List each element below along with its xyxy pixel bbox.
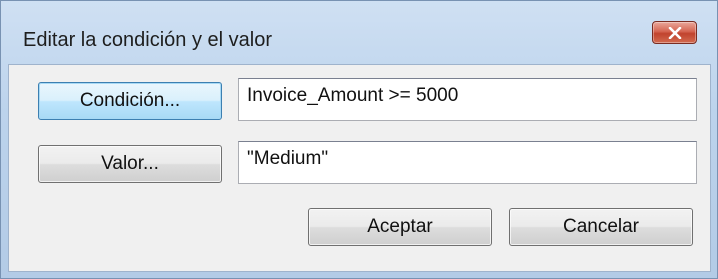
value-field[interactable]: "Medium" <box>238 141 697 184</box>
close-icon <box>668 26 681 39</box>
condition-field[interactable]: Invoice_Amount >= 5000 <box>238 78 697 121</box>
title-bar[interactable]: Editar la condición y el valor <box>1 1 717 63</box>
close-button[interactable] <box>652 21 697 44</box>
accept-button[interactable]: Aceptar <box>308 208 492 246</box>
cancel-button[interactable]: Cancelar <box>509 208 693 246</box>
window-title: Editar la condición y el valor <box>23 29 273 51</box>
value-button[interactable]: Valor... <box>38 145 222 183</box>
dialog-window: Editar la condición y el valor Condición… <box>0 0 718 279</box>
condition-button[interactable]: Condición... <box>38 82 222 120</box>
dialog-body: Condición... Invoice_Amount >= 5000 Valo… <box>8 64 711 272</box>
